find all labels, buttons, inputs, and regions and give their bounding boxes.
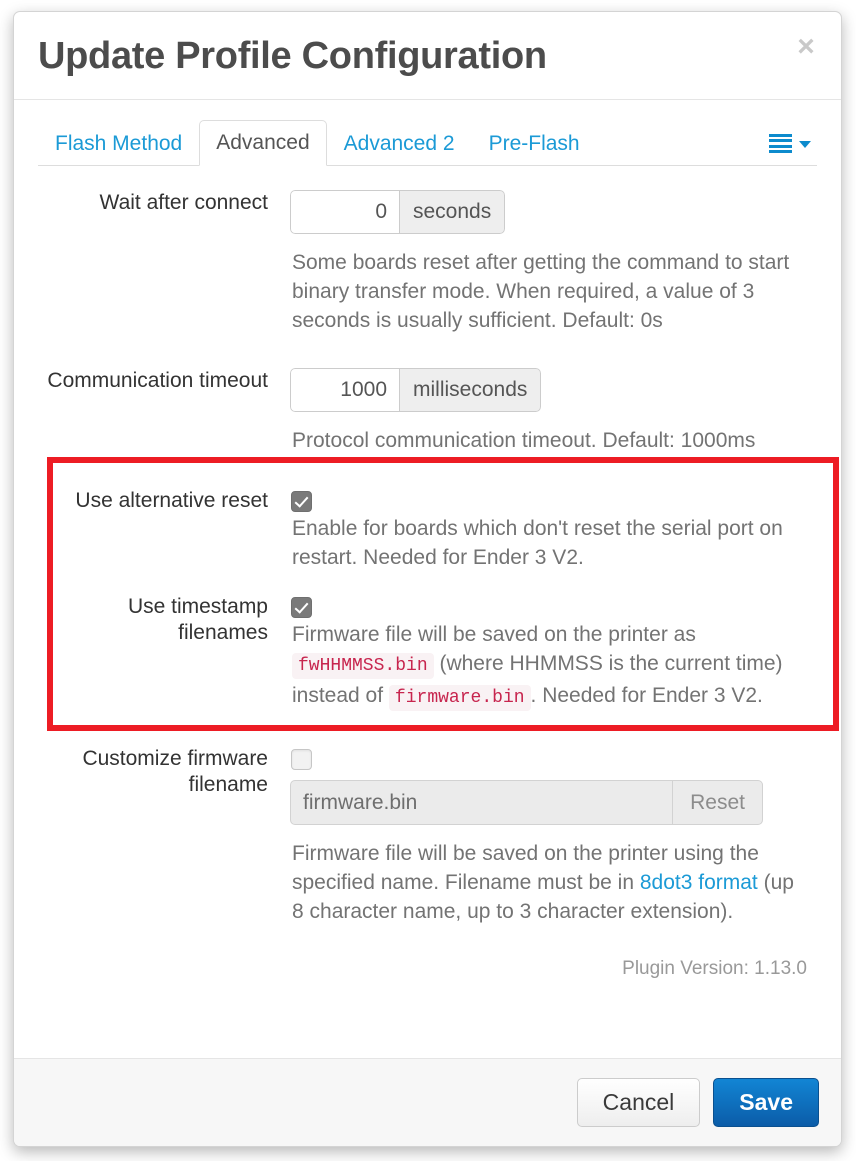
dialog-body: Flash Method Advanced Advanced 2 Pre-Fla… [14, 100, 841, 1058]
form-row-use-alternative-reset: Use alternative reset Enable for boards … [38, 488, 817, 572]
help-wait-after-connect: Some boards reset after getting the comm… [292, 251, 790, 332]
communication-timeout-input[interactable] [290, 368, 400, 412]
communication-timeout-input-group: milliseconds [290, 368, 542, 412]
advanced-settings-form: Wait after connect seconds Some boards r… [38, 166, 839, 980]
cancel-button[interactable]: Cancel [576, 1078, 701, 1127]
code-default-filename: firmware.bin [388, 685, 531, 711]
form-row-customize-firmware-filename: Customize firmware filename Reset Firmwa… [38, 746, 817, 926]
plugin-version-label: Plugin Version: 1.13.0 [622, 958, 807, 979]
label-use-timestamp-filenames: Use timestamp filenames [127, 595, 268, 644]
label-wait-after-connect: Wait after connect [99, 191, 268, 214]
label-use-alternative-reset: Use alternative reset [75, 489, 268, 512]
wait-after-connect-input-group: seconds [290, 190, 506, 234]
firmware-filename-input[interactable] [290, 780, 674, 825]
save-button[interactable]: Save [713, 1078, 819, 1127]
tab-bar: Flash Method Advanced Advanced 2 Pre-Fla… [38, 118, 817, 166]
checkbox-customize-firmware-filename[interactable] [291, 749, 312, 770]
tab-flash-method[interactable]: Flash Method [38, 121, 199, 166]
hamburger-icon [769, 134, 792, 154]
tab-advanced[interactable]: Advanced [199, 120, 327, 166]
tab-advanced-2[interactable]: Advanced 2 [327, 121, 472, 166]
help-timestamp-part3: . Needed for Ender 3 V2. [530, 684, 763, 707]
label-customize-firmware-filename: Customize firmware filename [82, 747, 268, 796]
communication-timeout-unit: milliseconds [400, 368, 542, 412]
link-8dot3-format[interactable]: 8dot3 format [640, 871, 758, 894]
wait-after-connect-unit: seconds [400, 190, 506, 234]
firmware-filename-input-group: Reset [290, 780, 763, 825]
update-profile-configuration-dialog: Update Profile Configuration × Flash Met… [13, 11, 842, 1147]
code-timestamp-filename: fwHHMMSS.bin [292, 653, 434, 679]
form-row-use-timestamp-filenames: Use timestamp filenames Firmware file wi… [38, 594, 817, 713]
label-communication-timeout: Communication timeout [47, 369, 268, 392]
checkbox-use-timestamp-filenames[interactable] [291, 597, 312, 618]
dialog-footer: Cancel Save [14, 1058, 841, 1146]
wait-after-connect-input[interactable] [290, 190, 400, 234]
help-use-alternative-reset: Enable for boards which don't reset the … [292, 517, 783, 569]
help-communication-timeout: Protocol communication timeout. Default:… [292, 429, 756, 452]
page-title: Update Profile Configuration [38, 35, 547, 77]
form-row-communication-timeout: Communication timeout milliseconds Proto… [38, 368, 817, 455]
reset-filename-button[interactable]: Reset [673, 780, 763, 825]
dialog-header: Update Profile Configuration × [14, 12, 841, 100]
checkbox-use-alternative-reset[interactable] [291, 491, 312, 512]
help-use-timestamp-filenames: Firmware file will be saved on the print… [292, 620, 797, 713]
help-customize-firmware-filename: Firmware file will be saved on the print… [292, 839, 797, 926]
close-icon[interactable]: × [791, 32, 821, 62]
tab-overflow-menu-button[interactable] [769, 134, 817, 165]
chevron-down-icon [799, 141, 811, 148]
form-row-wait-after-connect: Wait after connect seconds Some boards r… [38, 190, 817, 335]
tab-pre-flash[interactable]: Pre-Flash [472, 121, 597, 166]
help-timestamp-part1: Firmware file will be saved on the print… [292, 623, 696, 646]
